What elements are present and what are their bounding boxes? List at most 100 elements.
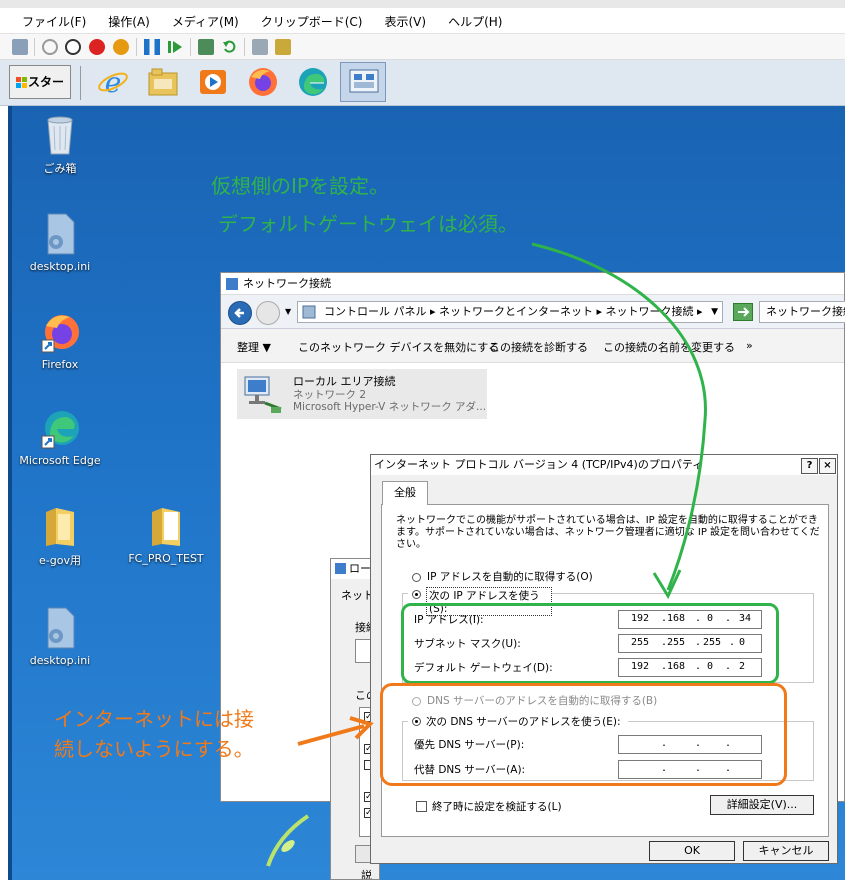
annotation-orange-line1: インターネットには接 (54, 707, 254, 731)
organize-menu[interactable]: 整理 ▼ (237, 339, 271, 355)
desktop-icon-label: desktop.ini (29, 654, 91, 667)
host-toolbar (0, 34, 845, 60)
ok-button[interactable]: OK (649, 841, 735, 861)
window-titlebar[interactable]: ネットワーク接続 (221, 273, 844, 295)
ip-auto-label[interactable]: IP アドレスを自動的に取得する(O) (427, 569, 593, 584)
desktop-icon-egov-folder[interactable]: e-gov用 (18, 504, 102, 568)
refresh-icon (738, 307, 750, 317)
menu-file[interactable]: ファイル(F) (22, 8, 86, 30)
ip-auto-radio[interactable] (412, 573, 421, 582)
validate-label[interactable]: 終了時に設定を検証する(L) (432, 799, 562, 814)
breadcrumb-item[interactable]: ネットワークとインターネット (439, 305, 593, 318)
menu-clipboard[interactable]: クリップボード(C) (261, 8, 363, 30)
guest-taskbar: スタート e (0, 60, 845, 121)
desktop-icon-edge[interactable]: Microsoft Edge (18, 406, 102, 467)
annotation-green-box (401, 603, 779, 684)
menu-action[interactable]: 操作(A) (108, 8, 150, 30)
turn-off-icon[interactable] (65, 39, 81, 55)
annotation-orange-box (380, 683, 787, 786)
cancel-button[interactable]: キャンセル (743, 841, 829, 861)
menu-media[interactable]: メディア(M) (172, 8, 239, 30)
windows-logo-icon (16, 77, 27, 88)
diagnose-command[interactable]: この接続を診断する (489, 339, 588, 355)
forward-button[interactable] (256, 301, 280, 325)
description-text: ネットワークでこの機能がサポートされている場合は、IP 設定を自動的に取得するこ… (396, 515, 820, 550)
desktop-icon-fc-pro-test-folder[interactable]: FC_PRO_TEST (124, 504, 208, 565)
annotation-green-line2: デフォルトゲートウェイは必須。 (218, 212, 518, 236)
ip-manual-radio[interactable] (412, 590, 421, 599)
adapter-device: Microsoft Hyper-V ネットワーク アダ... (293, 401, 487, 413)
file-explorer-icon[interactable] (146, 65, 180, 99)
media-player-icon[interactable] (196, 65, 230, 99)
desktop-icon-firefox[interactable]: Firefox (18, 310, 102, 371)
refresh-button[interactable] (733, 303, 753, 321)
firefox-icon[interactable] (246, 65, 280, 99)
network-connections-icon (349, 69, 379, 93)
description-label: 説明 (361, 869, 372, 880)
dialog-title: インターネット プロトコル バージョン 4 (TCP/IPv4)のプロパティ (374, 458, 704, 471)
control-panel-icon (302, 305, 316, 319)
edge-icon[interactable] (296, 65, 330, 99)
save-state-icon[interactable] (113, 39, 129, 55)
address-bar: ▼ コントロール パネル ▸ ネットワークとインターネット ▸ ネットワーク接続… (221, 295, 845, 329)
start-vm-icon[interactable] (42, 39, 58, 55)
advanced-button[interactable]: 詳細設定(V)... (710, 795, 814, 815)
ip-manual-legend: 次の IP アドレスを使う(S): (408, 586, 552, 616)
checkpoint-icon[interactable] (198, 39, 214, 55)
desktop-icon-label: e-gov用 (39, 554, 81, 567)
internet-explorer-icon[interactable]: e (96, 65, 130, 99)
desktop-icon-desktop-ini[interactable]: desktop.ini (18, 212, 102, 273)
shutdown-icon[interactable] (89, 39, 105, 55)
share-icon[interactable] (275, 39, 291, 55)
validate-checkbox[interactable] (416, 801, 427, 812)
close-button[interactable]: × (819, 458, 836, 474)
host-menubar: ファイル(F) 操作(A) メディア(M) クリップボード(C) 表示(V) ヘルプ(H) (0, 8, 845, 34)
disable-device-command[interactable]: このネットワーク デバイスを無効にする (298, 339, 499, 355)
menu-help[interactable]: ヘルプ(H) (448, 8, 502, 30)
tab-general[interactable]: 全般 (382, 481, 428, 505)
desktop-icon-label: desktop.ini (29, 260, 91, 273)
firefox-icon (41, 315, 79, 353)
revert-icon[interactable] (222, 39, 238, 55)
adapter-item[interactable]: ローカル エリア接続 ネットワーク 2 Microsoft Hyper-V ネッ… (237, 369, 487, 419)
command-bar: 整理 ▼ このネットワーク デバイスを無効にする この接続を診断する この接続の… (221, 329, 844, 363)
folder-icon (152, 508, 180, 546)
breadcrumb[interactable]: コントロール パネル ▸ ネットワークとインターネット ▸ ネットワーク接続 ▸… (297, 301, 723, 323)
ctrl-alt-del-icon[interactable] (12, 39, 28, 55)
desktop-icon-desktop-ini-2[interactable]: desktop.ini (18, 606, 102, 667)
toolbar-separator (34, 38, 35, 56)
desktop-icon-label: Microsoft Edge (19, 454, 101, 467)
menu-view[interactable]: 表示(V) (385, 8, 427, 30)
search-input[interactable]: ネットワーク接続の (759, 301, 845, 323)
breadcrumb-item[interactable]: ネットワーク接続 (606, 305, 694, 318)
address-dropdown-icon[interactable]: ▼ (711, 302, 718, 322)
toolbar-separator (244, 38, 245, 56)
toolbar-separator (190, 38, 191, 56)
window-title: ネットワーク接続 (243, 277, 331, 290)
history-dropdown-icon[interactable]: ▼ (285, 307, 291, 316)
edge-icon (41, 411, 79, 449)
more-commands-chevron[interactable]: » (746, 339, 753, 352)
enhanced-session-icon[interactable] (252, 39, 268, 55)
taskbar-active-app[interactable] (340, 62, 386, 102)
network-icon (226, 278, 238, 290)
rename-command[interactable]: この接続の名前を変更する (603, 339, 735, 355)
resume-icon[interactable] (167, 39, 183, 55)
settings-file-icon (47, 213, 75, 255)
desktop-icon-recycle-bin[interactable]: ごみ箱 (18, 112, 102, 176)
recycle-bin-icon (47, 116, 73, 155)
svg-text:e: e (105, 66, 122, 99)
back-button[interactable] (228, 301, 252, 325)
start-button[interactable]: スタート (9, 65, 71, 121)
settings-file-icon (47, 607, 75, 649)
network-icon (335, 563, 346, 574)
breadcrumb-item[interactable]: コントロール パネル (324, 305, 427, 318)
folder-icon (46, 508, 74, 546)
taskbar-divider (80, 66, 81, 100)
desktop-edge (8, 106, 12, 880)
help-button[interactable]: ? (801, 458, 818, 474)
desktop-icon-label: ごみ箱 (43, 162, 77, 175)
annotation-orange-line2: 続しないようにする。 (54, 737, 254, 761)
pause-icon[interactable] (144, 39, 160, 55)
dialog-titlebar[interactable]: インターネット プロトコル バージョン 4 (TCP/IPv4)のプロパティ ?… (371, 455, 837, 475)
